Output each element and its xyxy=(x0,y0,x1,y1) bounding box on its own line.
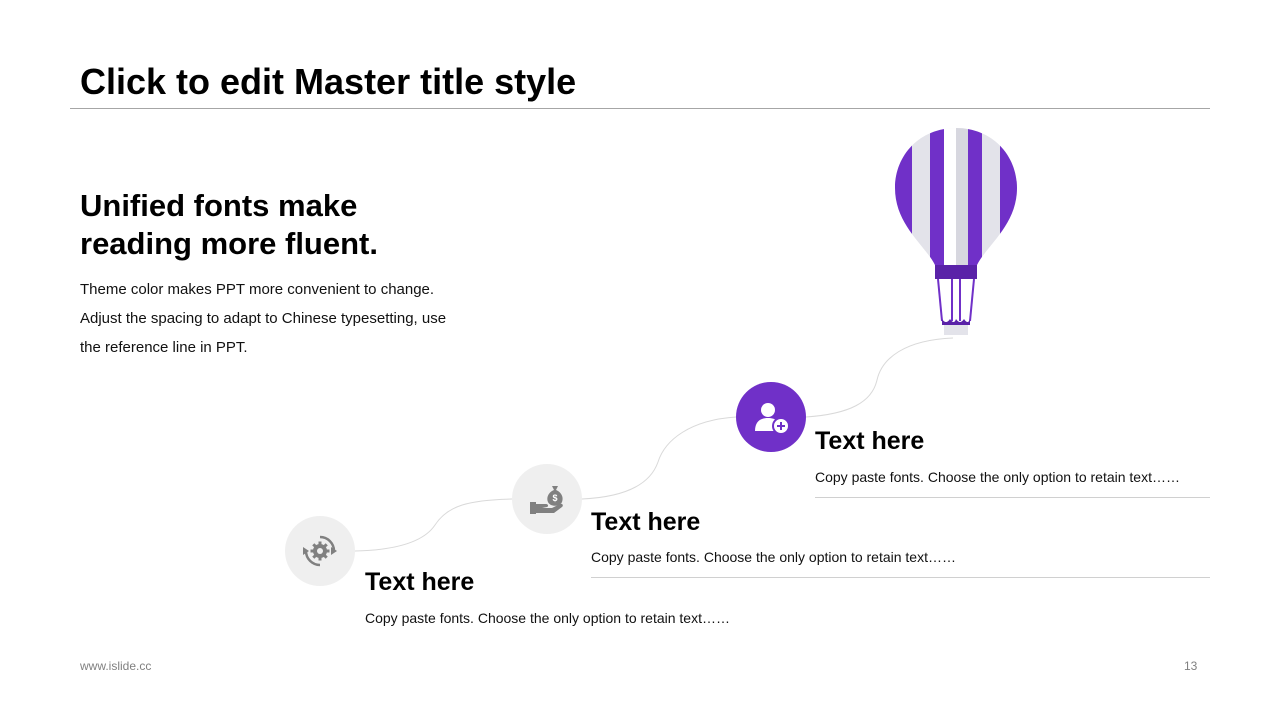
step-2-title[interactable]: Text here xyxy=(591,507,700,537)
slide: Click to edit Master title style Unified… xyxy=(0,0,1280,720)
step-2-divider xyxy=(591,577,1210,578)
step-2-icon-circle[interactable]: $ xyxy=(512,464,582,534)
step-3-title[interactable]: Text here xyxy=(815,426,924,456)
hot-air-balloon-icon xyxy=(895,128,1017,335)
step-3-icon-circle[interactable] xyxy=(736,382,806,452)
step-1-icon-circle[interactable] xyxy=(285,516,355,586)
page-number: 13 xyxy=(1184,659,1198,673)
step-3-description[interactable]: Copy paste fonts. Choose the only option… xyxy=(815,468,1180,486)
step-1-title[interactable]: Text here xyxy=(365,567,474,597)
gear-refresh-icon xyxy=(303,535,337,567)
footer-url[interactable]: www.islide.cc xyxy=(80,658,151,674)
money-bag-hand-icon: $ xyxy=(530,486,563,514)
user-add-icon xyxy=(755,403,790,435)
svg-text:$: $ xyxy=(552,493,557,503)
step-2-description[interactable]: Copy paste fonts. Choose the only option… xyxy=(591,548,956,566)
step-3-divider xyxy=(815,497,1210,498)
step-1-description[interactable]: Copy paste fonts. Choose the only option… xyxy=(365,609,730,627)
